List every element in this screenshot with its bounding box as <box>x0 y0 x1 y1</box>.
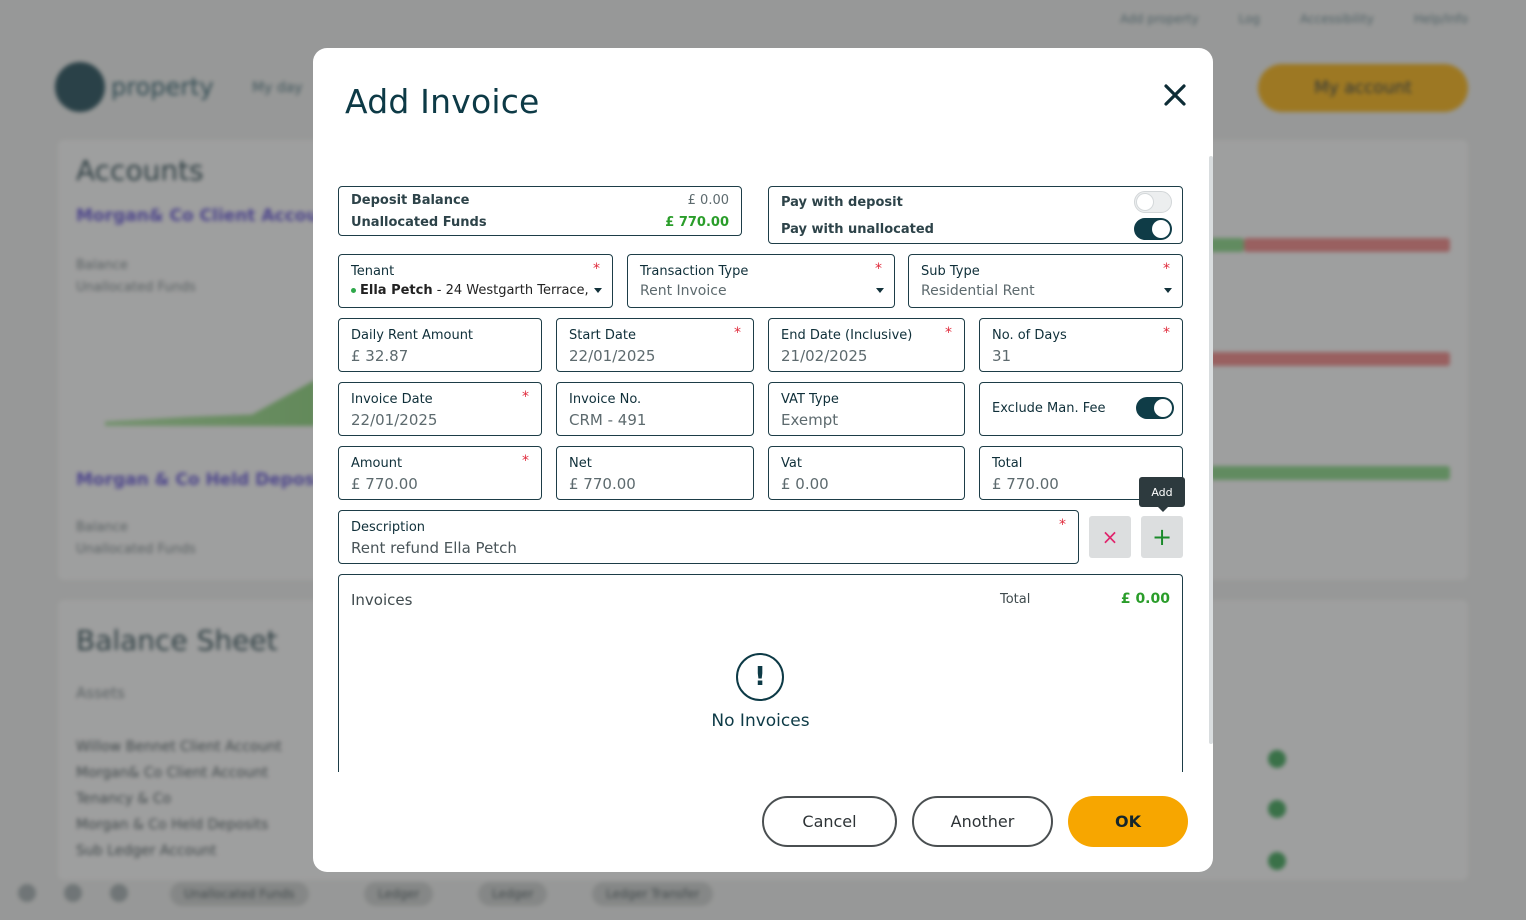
amount-value: £ 770.00 <box>351 475 418 493</box>
invoice-date-value: 22/01/2025 <box>351 411 438 429</box>
invoice-no-value: CRM - 491 <box>569 411 647 429</box>
pay-with-deposit-label: Pay with deposit <box>781 195 903 210</box>
add-tooltip: Add <box>1139 477 1185 512</box>
toggle-knob <box>1154 399 1172 417</box>
no-of-days-value: 31 <box>992 347 1012 365</box>
field-label: Transaction Type <box>640 264 749 279</box>
tenant-value: Ella Petch - 24 Westgarth Terrace, Dar <box>351 283 591 298</box>
total-value: £ 770.00 <box>992 475 1059 493</box>
vat-value: £ 0.00 <box>781 475 829 493</box>
chevron-down-icon <box>876 288 884 293</box>
pay-deposit-row: Pay with deposit <box>781 195 1170 210</box>
invoices-total-label: Total <box>1000 592 1031 607</box>
dialog-title: Add Invoice <box>345 82 540 121</box>
required-marker: * <box>522 389 529 405</box>
transaction-type-value: Rent Invoice <box>640 283 727 299</box>
field-label: Sub Type <box>921 264 980 279</box>
required-marker: * <box>522 453 529 469</box>
start-date-value: 22/01/2025 <box>569 347 656 365</box>
field-label: Vat <box>781 456 802 471</box>
tenant-address: - 24 Westgarth Terrace, Dar <box>436 283 591 298</box>
empty-state-text: No Invoices <box>711 711 810 731</box>
add-invoice-dialog: Add Invoice Deposit Balance £ 0.00 Unall… <box>313 48 1213 872</box>
field-label: Amount <box>351 456 403 471</box>
pay-with-unallocated-label: Pay with unallocated <box>781 222 934 237</box>
no-of-days-field[interactable]: No. of Days * 31 <box>979 318 1183 372</box>
toggle-knob <box>1152 220 1170 238</box>
description-field[interactable]: Description * Rent refund Ella Petch <box>338 510 1079 564</box>
field-label: No. of Days <box>992 328 1067 343</box>
invoice-date-field[interactable]: Invoice Date * 22/01/2025 <box>338 382 542 436</box>
balances-panel: Deposit Balance £ 0.00 Unallocated Funds… <box>338 186 742 236</box>
required-marker: * <box>945 325 952 341</box>
another-button[interactable]: Another <box>912 796 1053 847</box>
tenant-select[interactable]: Tenant * Ella Petch - 24 Westgarth Terra… <box>338 254 613 308</box>
exclude-man-fee-toggle[interactable] <box>1136 397 1174 419</box>
start-date-field[interactable]: Start Date * 22/01/2025 <box>556 318 754 372</box>
net-field[interactable]: Net £ 770.00 <box>556 446 754 500</box>
required-marker: * <box>593 261 600 277</box>
tenant-name: Ella Petch <box>360 283 433 298</box>
field-label: Invoice No. <box>569 392 642 407</box>
end-date-field[interactable]: End Date (Inclusive) * 21/02/2025 <box>768 318 965 372</box>
ok-button[interactable]: OK <box>1068 796 1188 847</box>
chevron-down-icon <box>594 288 602 293</box>
required-marker: * <box>1163 261 1170 277</box>
field-label: Description <box>351 520 426 535</box>
invoices-panel: Invoices Total £ 0.00 ! No Invoices <box>338 574 1183 772</box>
pay-with-deposit-toggle[interactable] <box>1134 191 1172 213</box>
field-label: End Date (Inclusive) <box>781 328 913 343</box>
field-label: Invoice Date <box>351 392 433 407</box>
net-value: £ 770.00 <box>569 475 636 493</box>
add-button[interactable]: + <box>1141 516 1183 558</box>
chevron-down-icon <box>1164 288 1172 293</box>
required-marker: * <box>1163 325 1170 341</box>
invoices-title: Invoices <box>351 591 413 609</box>
amount-field[interactable]: Amount * £ 770.00 <box>338 446 542 500</box>
cancel-button[interactable]: Cancel <box>762 796 897 847</box>
vat-type-value: Exempt <box>781 411 839 429</box>
field-label: Tenant <box>351 264 395 279</box>
scrollbar[interactable] <box>1209 156 1213 744</box>
required-marker: * <box>875 261 882 277</box>
field-label: VAT Type <box>781 392 839 407</box>
daily-rent-value: £ 32.87 <box>351 347 409 365</box>
field-label: Daily Rent Amount <box>351 328 474 343</box>
deposit-balance-row: Deposit Balance £ 0.00 <box>351 193 729 208</box>
invoices-total-value: £ 0.00 <box>1120 591 1170 607</box>
field-label: Total <box>992 456 1023 471</box>
end-date-value: 21/02/2025 <box>781 347 868 365</box>
vat-field[interactable]: Vat £ 0.00 <box>768 446 965 500</box>
deposit-balance-value: £ 0.00 <box>687 193 729 208</box>
exclude-man-fee-field: Exclude Man. Fee <box>979 382 1183 436</box>
field-label: Net <box>569 456 592 471</box>
plus-icon: + <box>1151 523 1173 551</box>
sub-type-select[interactable]: Sub Type * Residential Rent <box>908 254 1183 308</box>
close-icon: × <box>1101 525 1119 549</box>
required-marker: * <box>1059 517 1066 533</box>
alert-icon: ! <box>736 653 784 701</box>
field-label: Start Date <box>569 328 636 343</box>
daily-rent-field[interactable]: Daily Rent Amount £ 32.87 <box>338 318 542 372</box>
pay-with-unallocated-toggle[interactable] <box>1134 218 1172 240</box>
clear-button[interactable]: × <box>1089 516 1131 558</box>
deposit-balance-label: Deposit Balance <box>351 193 470 208</box>
unallocated-funds-value: £ 770.00 <box>665 215 729 230</box>
pay-unallocated-row: Pay with unallocated <box>781 222 1170 237</box>
close-button[interactable] <box>1158 78 1192 112</box>
unallocated-funds-label: Unallocated Funds <box>351 215 487 230</box>
vat-type-field[interactable]: VAT Type Exempt <box>768 382 965 436</box>
invoice-no-field[interactable]: Invoice No. CRM - 491 <box>556 382 754 436</box>
transaction-type-select[interactable]: Transaction Type * Rent Invoice <box>627 254 895 308</box>
status-dot <box>351 288 356 293</box>
sub-type-value: Residential Rent <box>921 283 1035 299</box>
description-value: Rent refund Ella Petch <box>351 539 517 557</box>
toggle-knob <box>1136 193 1154 211</box>
close-icon <box>1164 84 1186 106</box>
required-marker: * <box>734 325 741 341</box>
unallocated-funds-row: Unallocated Funds £ 770.00 <box>351 215 729 230</box>
payment-options-panel: Pay with deposit Pay with unallocated <box>768 186 1183 244</box>
field-label: Exclude Man. Fee <box>992 401 1106 416</box>
